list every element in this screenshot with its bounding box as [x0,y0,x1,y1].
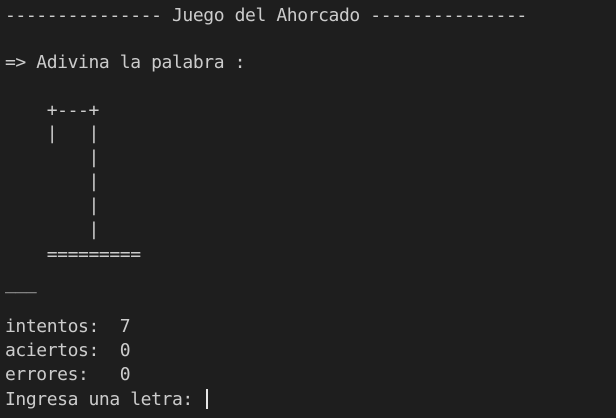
guess-word-prompt: => Adivina la palabra : [5,52,246,73]
gallows-row-4: | [5,195,99,216]
word-blanks: ___ [5,273,37,294]
gallows-row-5: | [5,219,99,240]
gallows-row-1: | | [5,123,100,144]
hits-stat: aciertos: 0 [5,340,131,361]
gallows-row-2: | [5,147,99,168]
letter-input-line[interactable]: Ingresa una letra: [5,389,209,410]
gallows-row-3: | [5,171,99,192]
letter-input-prompt: Ingresa una letra: [5,389,204,410]
gallows-base: ========= [5,244,141,265]
game-title: --------------- Juego del Ahorcado -----… [5,5,527,26]
attempts-stat: intentos: 7 [5,316,131,337]
errors-stat: errores: 0 [5,364,131,385]
text-cursor[interactable] [206,389,209,409]
terminal-window[interactable]: --------------- Juego del Ahorcado -----… [0,0,616,418]
gallows-top: +---+ [5,100,100,121]
